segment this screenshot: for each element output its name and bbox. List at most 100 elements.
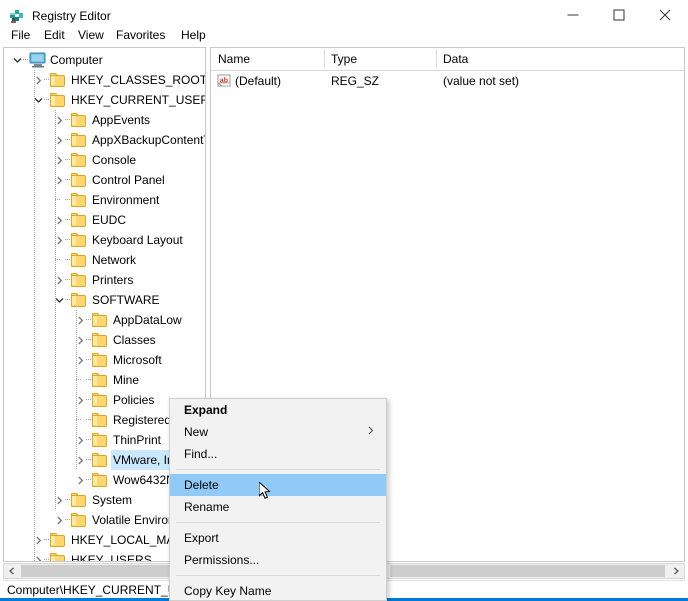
menu-edit[interactable]: Edit — [38, 24, 71, 46]
values-rows: ab (Default) REG_SZ (value not set) — [211, 71, 684, 91]
folder-icon — [71, 293, 87, 307]
context-menu-item-label: Rename — [184, 500, 230, 514]
context-menu-item-label: Delete — [184, 478, 219, 492]
context-menu-item-rename[interactable]: Rename — [170, 496, 386, 518]
tree-node-label: EUDC — [92, 213, 127, 227]
folder-icon — [71, 193, 87, 207]
value-data: (value not set) — [443, 74, 520, 88]
chevron-right-icon[interactable] — [668, 564, 684, 578]
tree-node-label: HKEY_USERS — [71, 553, 152, 562]
folder-icon — [71, 173, 87, 187]
tree-node-label: Environment — [92, 193, 160, 207]
context-menu-item-label: Export — [184, 531, 219, 545]
tree-node-label: AppEvents — [92, 113, 151, 127]
folder-icon — [92, 393, 108, 407]
context-menu-item-label: Find... — [184, 447, 218, 461]
tree-node-label: ThinPrint — [113, 433, 162, 447]
tree-node-label: Classes — [113, 333, 156, 347]
tree-node-label: Microsoft — [113, 353, 162, 367]
tree-node-label: Keyboard Layout — [92, 233, 183, 247]
folder-icon — [92, 373, 108, 387]
svg-text:ab: ab — [220, 78, 228, 85]
chevron-left-icon[interactable] — [4, 564, 20, 578]
computer-icon — [29, 52, 47, 68]
folder-icon — [92, 313, 108, 327]
tree-node-label: AppXBackupContentTyp — [92, 133, 205, 147]
folder-icon — [50, 553, 66, 561]
tree-node-label: Console — [92, 153, 137, 167]
folder-icon — [71, 233, 87, 247]
tree-node-label: Computer — [50, 53, 103, 67]
folder-icon — [71, 253, 87, 267]
context-menu[interactable]: Expand New Find... Delete Rename Export Permis… — [169, 398, 387, 601]
column-divider[interactable] — [436, 50, 437, 68]
values-column-header: Name Type Data — [211, 48, 684, 71]
chevron-right-icon[interactable] — [52, 510, 66, 530]
value-name: (Default) — [235, 74, 282, 88]
folder-icon — [92, 413, 108, 427]
context-menu-item-label: Copy Key Name — [184, 584, 272, 598]
column-divider[interactable] — [324, 50, 325, 68]
menu-file[interactable]: File — [5, 24, 36, 46]
tree-node-label: HKEY_LOCAL_MA — [71, 533, 175, 547]
column-header-type[interactable]: Type — [324, 48, 436, 70]
context-menu-separator — [176, 575, 380, 576]
tree-guide-line — [76, 310, 77, 470]
context-menu-item-label: Expand — [184, 403, 228, 417]
folder-icon — [71, 213, 87, 227]
chevron-right-icon — [368, 421, 374, 443]
window-title: Registry Editor — [32, 9, 111, 23]
tree-guide-line — [34, 70, 35, 561]
context-menu-separator — [176, 522, 380, 523]
folder-icon — [50, 93, 66, 107]
tree-node[interactable]: Computer — [4, 50, 205, 70]
tree-node-label: SOFTWARE — [92, 293, 160, 307]
context-menu-item-permissions[interactable]: Permissions... — [170, 549, 386, 571]
folder-icon — [71, 493, 87, 507]
tree-guide-line — [55, 110, 56, 510]
context-menu-separator — [176, 469, 380, 470]
tree-node-label: System — [92, 493, 133, 507]
value-row[interactable]: ab (Default) REG_SZ (value not set) — [211, 71, 684, 91]
folder-icon — [71, 513, 87, 527]
tree-node-label: Mine — [113, 373, 140, 387]
chevron-right-icon[interactable] — [73, 470, 87, 490]
folder-icon — [71, 113, 87, 127]
context-menu-item-label: Permissions... — [184, 553, 260, 567]
context-menu-item-label: New — [184, 425, 209, 439]
tree-node-label: AppDataLow — [113, 313, 182, 327]
folder-icon — [92, 453, 108, 467]
context-menu-item-copy-key-name[interactable]: Copy Key Name — [170, 580, 386, 600]
tree-node-label: HKEY_CURRENT_USER — [71, 93, 206, 107]
context-menu-item-expand[interactable]: Expand — [170, 399, 386, 421]
context-menu-item-new[interactable]: New — [170, 421, 386, 443]
folder-icon — [71, 273, 87, 287]
tree-node-label: Policies — [113, 393, 155, 407]
scrollbar-thumb-right[interactable] — [390, 565, 665, 577]
menu-favorites[interactable]: Favorites — [110, 24, 171, 46]
string-value-icon: ab — [216, 74, 231, 88]
folder-icon — [71, 133, 87, 147]
tree-node-label: Wow6432N — [113, 473, 175, 487]
column-header-data[interactable]: Data — [436, 48, 684, 70]
folder-icon — [92, 473, 108, 487]
menu-help[interactable]: Help — [175, 24, 212, 46]
tree-node-label: Volatile Environ — [92, 513, 175, 527]
folder-icon — [50, 533, 66, 547]
tree-node-label: Network — [92, 253, 137, 267]
folder-icon — [71, 153, 87, 167]
tree-node-label: HKEY_CLASSES_ROOT — [71, 73, 206, 87]
context-menu-item-find[interactable]: Find... — [170, 443, 386, 465]
chevron-down-icon[interactable] — [10, 50, 24, 70]
folder-icon — [92, 333, 108, 347]
tree-node-label: Control Panel — [92, 173, 165, 187]
context-menu-item-export[interactable]: Export — [170, 527, 386, 549]
menu-view[interactable]: View — [72, 24, 110, 46]
folder-icon — [50, 73, 66, 87]
column-header-name[interactable]: Name — [211, 48, 324, 70]
folder-icon — [92, 353, 108, 367]
context-menu-item-delete[interactable]: Delete — [170, 474, 386, 496]
folder-icon — [92, 433, 108, 447]
menu-bar: File Edit View Favorites Help — [0, 24, 688, 46]
tree-node-label: Printers — [92, 273, 134, 287]
